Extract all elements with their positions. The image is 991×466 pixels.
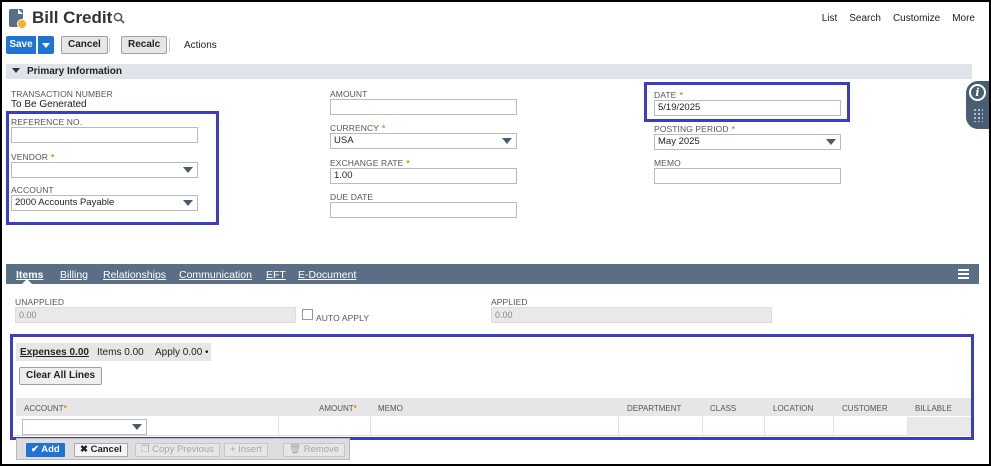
exchange-rate-label: EXCHANGE RATE * [330,158,410,168]
account-select[interactable]: 2000 Accounts Payable [11,195,198,211]
sublist-tab-apply[interactable]: Apply 0.00 • [155,347,209,358]
auto-apply-checkbox[interactable] [302,309,313,320]
column-header-location: LOCATION [773,404,814,413]
due-date-label: DUE DATE [330,192,374,202]
top-nav: List Search Customize More [822,13,975,24]
copy-previous-button[interactable]: ❐ Copy Previous [135,443,220,457]
posting-period-label: POSTING PERIOD * [654,124,736,134]
auto-apply-label: AUTO APPLY [316,313,370,323]
drag-handle-icon[interactable] [973,108,983,122]
toolbar-divider [109,38,110,52]
table-row[interactable] [16,417,972,436]
reference-no-label: REFERENCE NO. [11,117,83,127]
bill-credit-icon [9,9,27,29]
date-label: DATE * [654,90,683,100]
required-mark: * [50,152,55,162]
applied-label: APPLIED [491,297,528,307]
memo-input[interactable] [654,168,841,184]
page-header: Bill Credit List Search Customize More [2,2,989,34]
insert-line-button[interactable]: + Insert [224,443,268,457]
required-mark: * [406,158,410,168]
nav-list-link[interactable]: List [822,13,838,24]
tab-eft[interactable]: EFT [266,269,286,281]
page-title: Bill Credit [32,8,113,27]
active-tab-indicator [22,279,32,284]
nav-customize-link[interactable]: Customize [893,13,940,24]
currency-select[interactable]: USA [330,133,517,149]
column-header-department: DEPARTMENT [627,404,682,413]
menu-icon[interactable] [958,269,969,279]
column-header-class: CLASS [710,404,737,413]
add-line-button[interactable]: ✔ Add [26,443,65,457]
date-input[interactable]: 5/19/2025 [654,100,841,116]
transaction-number-label: TRANSACTION NUMBER [11,89,113,99]
customer-cell[interactable] [833,417,907,436]
memo-label: MEMO [654,158,681,168]
bill-credit-page: Bill Credit List Search Customize More S… [2,2,989,464]
info-side-widget[interactable]: i [966,81,989,129]
column-header-amount: AMOUNT* [319,404,357,413]
tab-relationships[interactable]: Relationships [103,269,166,281]
actions-menu[interactable]: Actions [184,40,217,51]
memo-cell[interactable] [370,417,618,436]
due-date-input[interactable] [330,202,517,218]
required-mark: * [381,123,386,133]
line-account-select[interactable] [22,419,147,435]
cancel-line-button[interactable]: ✖ Cancel [74,443,128,457]
tab-billing[interactable]: Billing [60,269,88,281]
primary-information-header[interactable]: Primary Information [6,64,972,79]
sublist-tabs: Expenses 0.00 Items 0.00 Apply 0.00 • [16,343,972,361]
section-title: Primary Information [27,66,123,77]
unapplied-label: UNAPPLIED [15,297,65,307]
sublist-tab-items[interactable]: Items 0.00 [97,347,144,358]
unapplied-value: 0.00 [15,307,296,323]
remove-line-button[interactable]: 🗑 Remove [283,443,346,457]
toolbar-divider [169,38,170,52]
class-cell[interactable] [702,417,764,436]
required-mark: * [679,90,683,100]
subtab-bar: Items Billing Relationships Communicatio… [6,264,979,284]
column-header-customer: CUSTOMER [842,404,888,413]
exchange-rate-input[interactable]: 1.00 [330,168,517,184]
sublist-header-row: ACCOUNT* AMOUNT* MEMO DEPARTMENT CLASS L… [16,398,972,416]
billable-cell[interactable] [907,417,972,436]
sublist-tab-expenses[interactable]: Expenses 0.00 [20,347,89,358]
tab-e-document[interactable]: E-Document [298,269,356,281]
clear-all-lines-button[interactable]: Clear All Lines [19,367,103,385]
column-header-account: ACCOUNT* [24,404,67,413]
department-cell[interactable] [618,417,702,436]
amount-cell[interactable] [278,417,370,436]
nav-search-link[interactable]: Search [849,13,881,24]
posting-period-select[interactable]: May 2025 [654,134,841,150]
vendor-label: VENDOR * [11,152,55,162]
amount-input[interactable] [330,99,517,115]
location-cell[interactable] [764,417,833,436]
tab-communication[interactable]: Communication [179,269,252,281]
recalc-button[interactable]: Recalc [121,36,168,54]
vendor-select[interactable] [11,162,198,178]
amount-label: AMOUNT [330,89,368,99]
column-header-billable: BILLABLE [915,404,952,413]
cancel-button[interactable]: Cancel [61,36,108,54]
collapse-caret-icon [12,68,20,73]
info-icon[interactable]: i [969,84,986,101]
reference-no-input[interactable] [11,127,198,143]
account-label: ACCOUNT [11,185,54,195]
required-mark: * [731,124,736,134]
column-header-memo: MEMO [378,404,403,413]
save-button[interactable]: Save [6,36,36,54]
nav-more-link[interactable]: More [952,13,975,24]
save-dropdown-icon[interactable] [38,36,54,54]
currency-label: CURRENCY * [330,123,386,133]
save-button-group: Save [6,36,54,54]
search-icon[interactable] [113,12,125,24]
applied-value: 0.00 [491,307,772,323]
transaction-number-value: To Be Generated [11,99,87,110]
